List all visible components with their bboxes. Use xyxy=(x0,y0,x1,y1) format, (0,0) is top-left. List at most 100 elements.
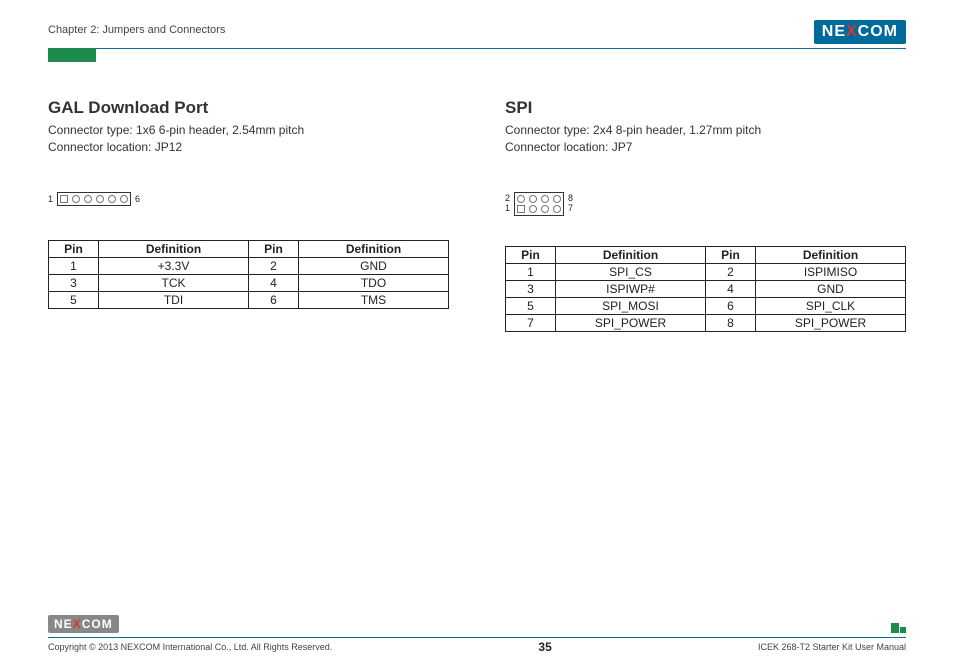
footer-rule xyxy=(48,637,906,638)
cell-def: GND xyxy=(756,280,906,297)
th-pin: Pin xyxy=(249,240,299,257)
page-footer: NEXCOM Copyright © 2013 NEXCOM Internati… xyxy=(48,615,906,654)
cell-pin: 3 xyxy=(49,274,99,291)
table-row: 1 SPI_CS 2 ISPIMISO xyxy=(506,263,906,280)
th-def: Definition xyxy=(99,240,249,257)
spi-diag-pin7-label: 7 xyxy=(568,204,573,214)
brand-x-icon: X xyxy=(73,617,82,631)
cell-def: SPI_CS xyxy=(556,263,706,280)
cell-def: SPI_POWER xyxy=(756,314,906,331)
table-row: 5 TDI 6 TMS xyxy=(49,291,449,308)
pin-square-icon xyxy=(60,195,68,203)
brand-pre: NE xyxy=(822,23,846,40)
spi-pin-box xyxy=(514,192,564,216)
th-def: Definition xyxy=(756,246,906,263)
gal-pin-table: Pin Definition Pin Definition 1 +3.3V 2 … xyxy=(48,240,449,309)
cell-pin: 1 xyxy=(49,257,99,274)
th-def: Definition xyxy=(556,246,706,263)
cell-def: SPI_MOSI xyxy=(556,297,706,314)
footer-decor-icon xyxy=(891,623,906,633)
pin-circle-icon xyxy=(553,195,561,203)
copyright-text: Copyright © 2013 NEXCOM International Co… xyxy=(48,642,332,652)
spi-conn-type: Connector type: 2x4 8-pin header, 1.27mm… xyxy=(505,122,906,139)
gal-diag-pin1-label: 1 xyxy=(48,194,53,204)
brand-logo-top: NEXCOM xyxy=(814,20,906,44)
cell-def: TDO xyxy=(299,274,449,291)
green-tab-decor xyxy=(48,48,96,62)
cell-pin: 1 xyxy=(506,263,556,280)
cell-def: ISPIWP# xyxy=(556,280,706,297)
table-row: 1 +3.3V 2 GND xyxy=(49,257,449,274)
cell-def: GND xyxy=(299,257,449,274)
th-def: Definition xyxy=(299,240,449,257)
cell-pin: 3 xyxy=(506,280,556,297)
gal-connector-diagram: 1 6 xyxy=(48,192,449,206)
brand-logo-bottom: NEXCOM xyxy=(48,615,119,633)
pin-circle-icon xyxy=(541,195,549,203)
th-pin: Pin xyxy=(506,246,556,263)
cell-pin: 8 xyxy=(706,314,756,331)
cell-pin: 6 xyxy=(706,297,756,314)
gal-title: GAL Download Port xyxy=(48,98,449,118)
spi-pin-row-bottom xyxy=(517,205,561,213)
gal-diag-pin6-label: 6 xyxy=(135,194,140,204)
page-number: 35 xyxy=(538,640,551,654)
spi-right-labels: 8 7 xyxy=(568,194,573,214)
cell-pin: 5 xyxy=(49,291,99,308)
pin-square-icon xyxy=(517,205,525,213)
cell-pin: 4 xyxy=(706,280,756,297)
pin-circle-icon xyxy=(553,205,561,213)
spi-pin-table: Pin Definition Pin Definition 1 SPI_CS 2… xyxy=(505,246,906,332)
cell-pin: 2 xyxy=(706,263,756,280)
doc-title: ICEK 268-T2 Starter Kit User Manual xyxy=(758,642,906,652)
chapter-title: Chapter 2: Jumpers and Connectors xyxy=(48,24,225,40)
pin-circle-icon xyxy=(72,195,80,203)
table-header-row: Pin Definition Pin Definition xyxy=(506,246,906,263)
cell-def: TCK xyxy=(99,274,249,291)
spi-conn-loc: Connector location: JP7 xyxy=(505,139,906,156)
pin-circle-icon xyxy=(529,205,537,213)
spi-left-labels: 2 1 xyxy=(505,194,510,214)
header-rule xyxy=(48,48,906,49)
cell-pin: 7 xyxy=(506,314,556,331)
th-pin: Pin xyxy=(706,246,756,263)
cell-pin: 2 xyxy=(249,257,299,274)
cell-pin: 4 xyxy=(249,274,299,291)
table-row: 5 SPI_MOSI 6 SPI_CLK xyxy=(506,297,906,314)
th-pin: Pin xyxy=(49,240,99,257)
cell-def: TDI xyxy=(99,291,249,308)
cell-def: ISPIMISO xyxy=(756,263,906,280)
pin-circle-icon xyxy=(108,195,116,203)
cell-pin: 6 xyxy=(249,291,299,308)
cell-def: SPI_POWER xyxy=(556,314,706,331)
page-header: Chapter 2: Jumpers and Connectors NEXCOM xyxy=(48,20,906,44)
brand-post: COM xyxy=(82,617,113,631)
pin-circle-icon xyxy=(84,195,92,203)
spi-pin-row-top xyxy=(517,195,561,203)
gal-section: GAL Download Port Connector type: 1x6 6-… xyxy=(48,98,449,332)
pin-circle-icon xyxy=(529,195,537,203)
pin-circle-icon xyxy=(541,205,549,213)
spi-title: SPI xyxy=(505,98,906,118)
pin-circle-icon xyxy=(96,195,104,203)
gal-pin-box xyxy=(57,192,131,206)
content-columns: GAL Download Port Connector type: 1x6 6-… xyxy=(48,98,906,332)
brand-pre: NE xyxy=(54,617,73,631)
table-row: 7 SPI_POWER 8 SPI_POWER xyxy=(506,314,906,331)
pin-circle-icon xyxy=(517,195,525,203)
cell-pin: 5 xyxy=(506,297,556,314)
table-row: 3 ISPIWP# 4 GND xyxy=(506,280,906,297)
brand-x-icon: X xyxy=(846,23,858,40)
gal-conn-type: Connector type: 1x6 6-pin header, 2.54mm… xyxy=(48,122,449,139)
table-row: 3 TCK 4 TDO xyxy=(49,274,449,291)
brand-post: COM xyxy=(858,23,898,40)
spi-section: SPI Connector type: 2x4 8-pin header, 1.… xyxy=(505,98,906,332)
spi-diag-pin1-label: 1 xyxy=(505,204,510,214)
gal-conn-loc: Connector location: JP12 xyxy=(48,139,449,156)
spi-connector-diagram: 2 1 8 7 xyxy=(505,192,906,216)
cell-def: TMS xyxy=(299,291,449,308)
cell-def: +3.3V xyxy=(99,257,249,274)
pin-circle-icon xyxy=(120,195,128,203)
table-header-row: Pin Definition Pin Definition xyxy=(49,240,449,257)
cell-def: SPI_CLK xyxy=(756,297,906,314)
